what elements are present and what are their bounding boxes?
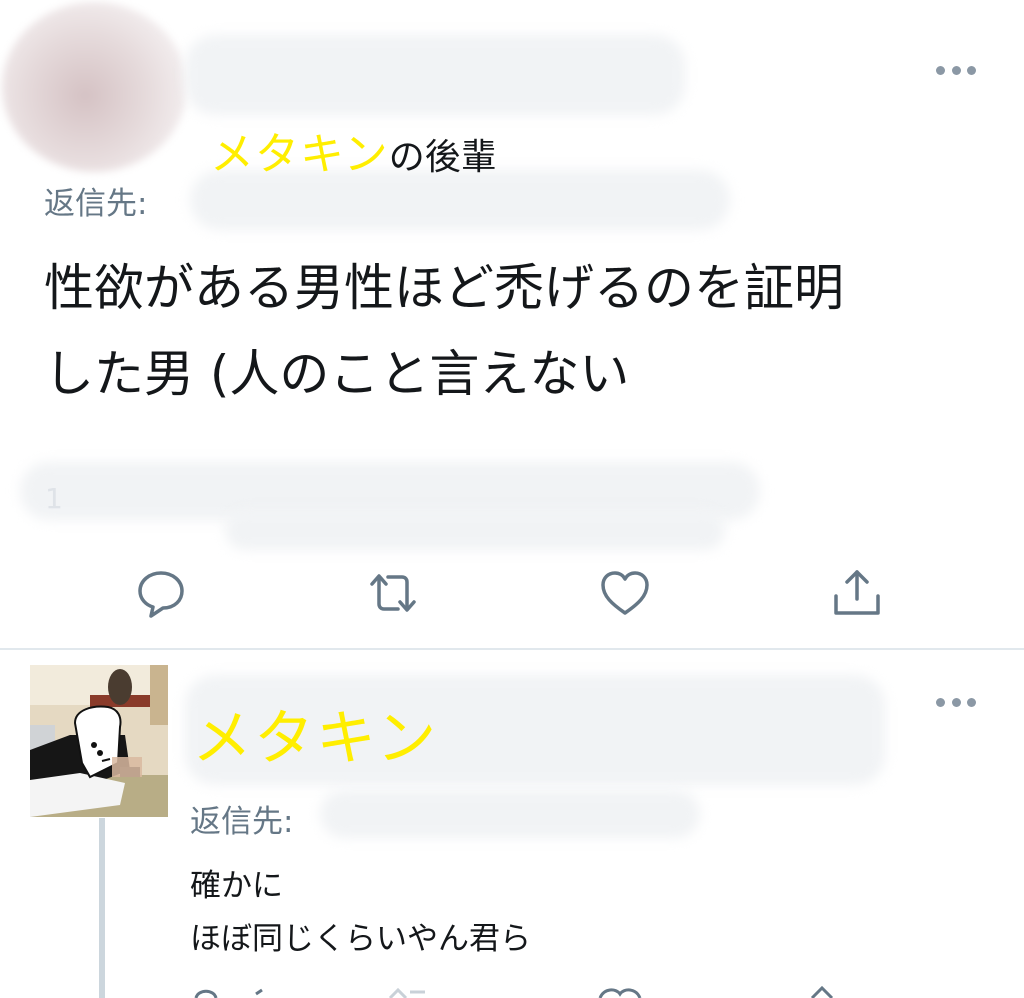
avatar-photo (30, 665, 168, 817)
display-name[interactable]: メタキン (192, 690, 438, 777)
more-options-icon[interactable] (936, 64, 976, 76)
action-bar-partial (194, 985, 834, 998)
redacted-timestamp-blur-2 (225, 510, 725, 550)
more-options-icon[interactable] (936, 696, 976, 708)
display-name-suffix: の後輩 (388, 137, 497, 178)
reply-icon[interactable] (134, 566, 188, 620)
avatar-blurred[interactable] (2, 2, 187, 172)
timestamp-fragment: 1 (45, 482, 63, 515)
reply-to-label: 返信先: (44, 186, 148, 222)
tweet-text: 確かに ほぼ同じくらいやん君ら (190, 868, 531, 957)
share-icon[interactable] (830, 566, 884, 620)
retweet-icon[interactable] (366, 566, 420, 620)
display-name-highlight: メタキン (210, 129, 389, 180)
redacted-username-blur (185, 35, 685, 115)
display-name[interactable]: メタキンの後輩 (210, 118, 497, 182)
redacted-reply-target-blur (320, 790, 700, 838)
tweet-text: 性欲がある男性ほど禿げるのを証明 した男 (人のこと言えない (44, 259, 844, 403)
thread-line (99, 818, 105, 998)
avatar[interactable] (30, 665, 168, 817)
like-icon[interactable] (598, 566, 652, 620)
tweet-divider (0, 648, 1024, 650)
reply-to-label: 返信先: (190, 804, 294, 840)
